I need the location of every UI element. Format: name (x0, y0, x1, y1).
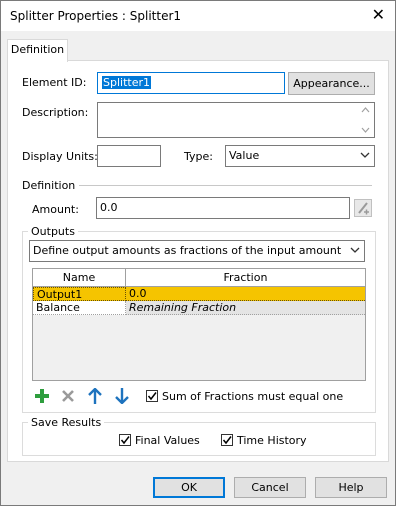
row-fraction-cell[interactable]: 0.0 (126, 287, 365, 301)
column-header-fraction[interactable]: Fraction (126, 269, 365, 287)
time-history-checkbox[interactable] (221, 434, 233, 446)
final-values-label: Final Values (135, 434, 200, 447)
chevron-down-icon (350, 247, 360, 253)
checkmark-icon (222, 436, 232, 445)
final-values-checkbox[interactable] (119, 434, 131, 446)
amount-input[interactable]: 0.0 (96, 197, 350, 219)
splitter-properties-dialog: Splitter Properties : Splitter1 ✕ Defini… (0, 0, 396, 506)
amount-label: Amount: (32, 203, 79, 216)
description-textarea[interactable] (97, 102, 375, 138)
element-id-value: Splitter1 (102, 76, 151, 89)
column-header-name[interactable]: Name (33, 269, 126, 287)
save-results-group-label: Save Results (28, 416, 105, 429)
tab-definition[interactable]: Definition (7, 39, 68, 62)
row-name-cell[interactable]: Output1 (33, 287, 126, 301)
arrow-up-icon[interactable] (88, 388, 102, 404)
row-fraction-cell[interactable]: Remaining Fraction (126, 301, 365, 315)
definition-divider (79, 185, 372, 186)
display-units-label: Display Units: (22, 150, 98, 163)
help-button[interactable]: Help (315, 477, 387, 498)
output-mode-value: Define output amounts as fractions of th… (33, 244, 342, 257)
scroll-up-icon[interactable] (361, 107, 370, 113)
element-id-label: Element ID: (22, 76, 87, 89)
definition-panel: Element ID: Splitter1 Appearance... Desc… (7, 60, 389, 462)
arrow-down-icon[interactable] (115, 388, 129, 404)
tab-definition-label: Definition (10, 43, 65, 56)
type-select[interactable]: Value (225, 145, 375, 167)
checkmark-icon (120, 436, 130, 445)
display-units-input[interactable] (97, 145, 161, 167)
outputs-group-label: Outputs (28, 225, 78, 238)
element-id-input[interactable]: Splitter1 (97, 72, 285, 94)
type-label: Type: (184, 150, 213, 163)
link-editor-icon[interactable] (354, 199, 372, 217)
row-name-cell[interactable]: Balance (33, 301, 126, 315)
appearance-button[interactable]: Appearance... (288, 72, 375, 95)
window-title: Splitter Properties : Splitter1 (10, 9, 182, 23)
table-row[interactable]: Balance Remaining Fraction (33, 301, 365, 315)
sum-fractions-checkbox[interactable] (146, 390, 158, 402)
checkmark-icon (147, 392, 157, 401)
add-row-icon[interactable] (35, 389, 49, 403)
amount-value: 0.0 (100, 201, 118, 214)
table-row[interactable]: Output1 0.0 (33, 287, 365, 301)
close-icon[interactable]: ✕ (372, 5, 385, 24)
sum-fractions-label: Sum of Fractions must equal one (162, 390, 344, 403)
cancel-button[interactable]: Cancel (234, 477, 306, 498)
type-value: Value (229, 149, 260, 162)
ok-button[interactable]: OK (153, 477, 225, 498)
delete-row-icon[interactable] (61, 389, 75, 403)
title-bar: Splitter Properties : Splitter1 ✕ (1, 1, 395, 31)
description-label: Description: (22, 106, 89, 119)
time-history-label: Time History (237, 434, 307, 447)
definition-section-label: Definition (22, 179, 76, 192)
chevron-down-icon (360, 152, 370, 158)
scroll-down-icon[interactable] (361, 127, 370, 133)
output-mode-select[interactable]: Define output amounts as fractions of th… (29, 240, 365, 262)
outputs-table: Name Fraction Output1 0.0 Balance Remain… (32, 268, 366, 381)
